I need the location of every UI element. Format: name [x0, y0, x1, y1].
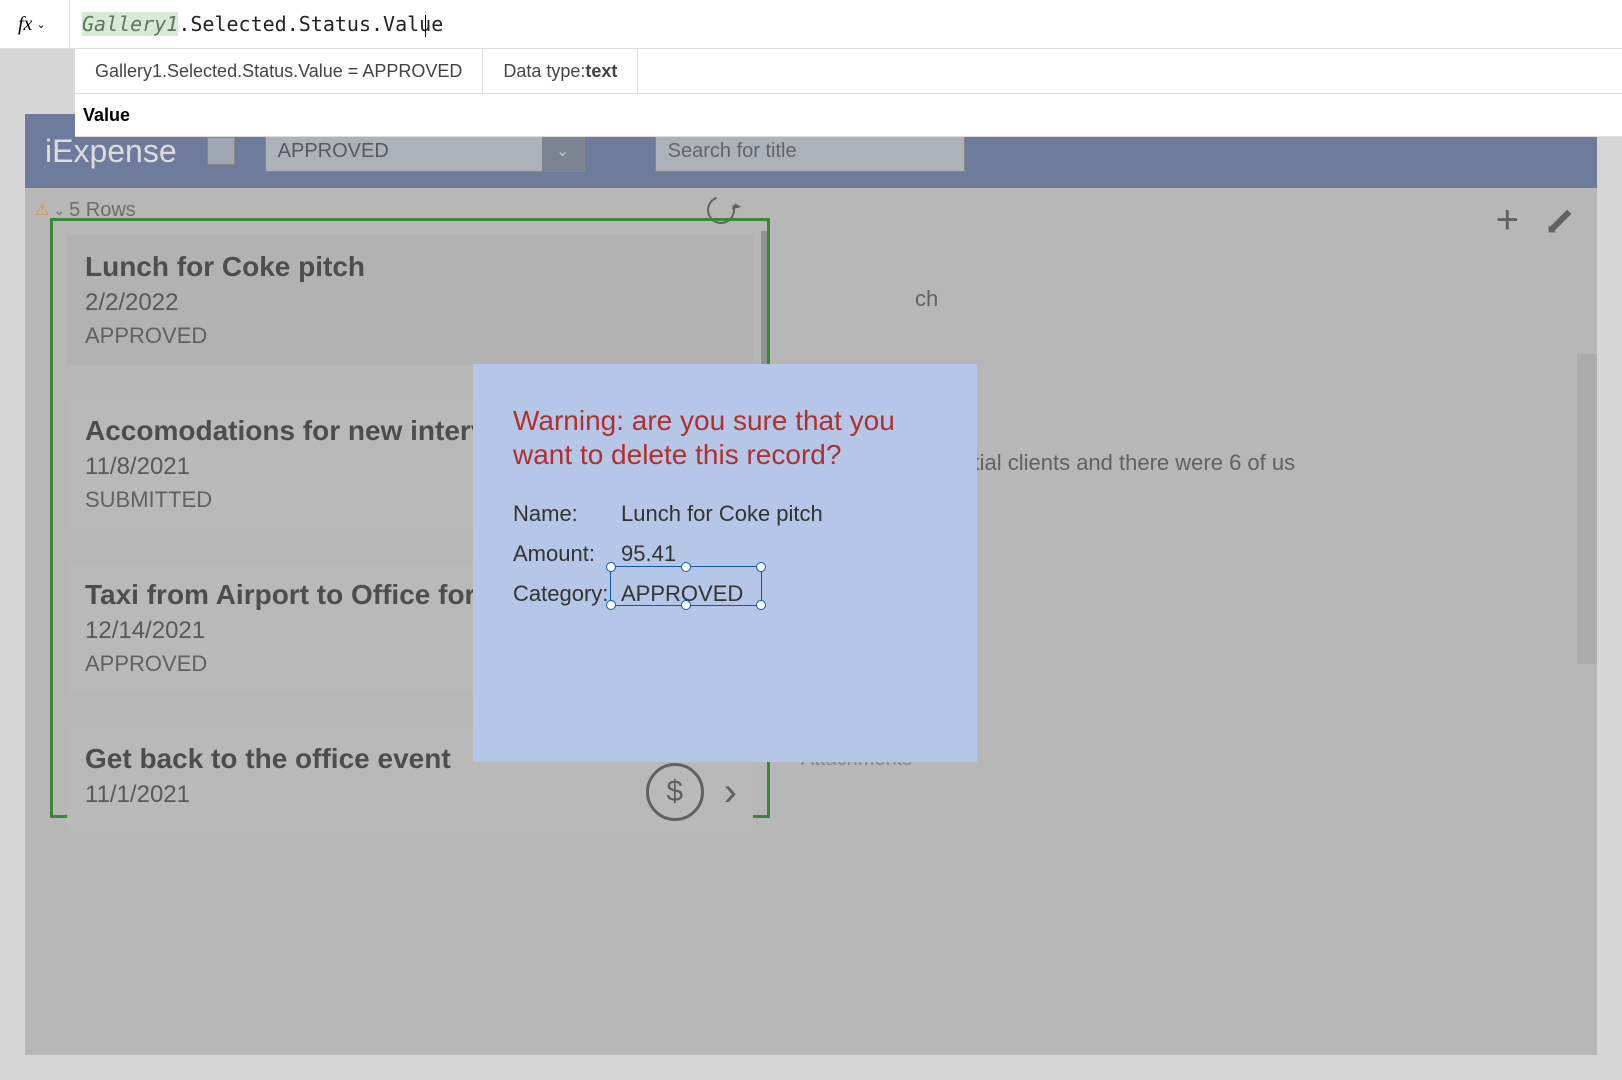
dialog-amount-label: Amount:: [513, 541, 621, 567]
formula-input[interactable]: Gallery1.Selected.Status.Value: [70, 12, 1622, 36]
resize-handle[interactable]: [681, 600, 691, 610]
dialog-warning-text: Warning: are you sure that you want to d…: [513, 404, 937, 471]
card-date: 2/2/2022: [85, 289, 735, 317]
datatype-value: text: [585, 61, 617, 82]
edit-icon[interactable]: [1542, 202, 1579, 239]
datatype-label: Data type:: [503, 61, 585, 82]
warning-icon: ⚠: [35, 200, 49, 220]
card-date: 11/1/2021: [85, 781, 735, 809]
app-title: iExpense: [45, 133, 177, 170]
resize-handle[interactable]: [681, 562, 691, 572]
gallery-card[interactable]: Lunch for Coke pitch 2/2/2022 APPROVED: [67, 235, 753, 365]
dialog-name-label: Name:: [513, 501, 621, 527]
add-icon[interactable]: +: [1496, 198, 1519, 243]
dialog-name-row: Name: Lunch for Coke pitch: [513, 501, 937, 527]
formula-bar: fx ⌄ Gallery1.Selected.Status.Value: [0, 0, 1622, 49]
resize-handle[interactable]: [756, 562, 766, 572]
formula-eval-cell: Gallery1.Selected.Status.Value = APPROVE…: [75, 49, 483, 93]
canvas-scrollbar[interactable]: [1577, 354, 1597, 664]
dialog-amount-value: 95.41: [621, 541, 676, 567]
dialog-amount-row: Amount: 95.41: [513, 541, 937, 567]
detail-action-row: +: [1496, 198, 1573, 243]
suggestion-text: Value: [83, 105, 130, 126]
canvas-area: iExpense APPROVED ⌄ Search for title ⚠ ⌄…: [0, 49, 1622, 1080]
dollar-icon[interactable]: $: [646, 763, 704, 821]
search-placeholder: Search for title: [668, 140, 797, 163]
formula-rest: .Selected.Status.Value: [178, 12, 443, 36]
card-status: APPROVED: [85, 323, 735, 349]
detail-description-fragment: r potential clients and there were 6 of …: [905, 450, 1567, 476]
dropdown-value: APPROVED: [266, 140, 542, 163]
detail-title-fragment: ch: [915, 286, 938, 312]
fx-chevron-icon[interactable]: ⌄: [36, 18, 45, 31]
chevron-down-icon: ⌄: [542, 131, 584, 171]
text-cursor-icon: [425, 15, 426, 37]
datatype-cell: Data type: text: [483, 49, 638, 93]
dialog-name-value: Lunch for Coke pitch: [621, 501, 823, 527]
fx-label[interactable]: fx ⌄: [0, 0, 70, 48]
resize-handle[interactable]: [606, 600, 616, 610]
chevron-down-icon[interactable]: ⌄: [53, 202, 65, 219]
formula-info-bar: Gallery1.Selected.Status.Value = APPROVE…: [75, 49, 1622, 94]
selected-control-outline[interactable]: [610, 566, 762, 606]
chevron-right-icon[interactable]: ›: [724, 770, 737, 815]
resize-handle[interactable]: [606, 562, 616, 572]
card-icons: $›: [646, 763, 737, 821]
filter-checkbox[interactable]: [207, 137, 235, 165]
formula-highlighted-token: Gallery1: [82, 12, 178, 36]
card-title: Lunch for Coke pitch: [85, 251, 735, 283]
app-frame: iExpense APPROVED ⌄ Search for title ⚠ ⌄…: [25, 114, 1597, 1055]
dialog-category-label: Category:: [513, 581, 621, 607]
fx-text: fx: [18, 13, 32, 36]
intellisense-suggestion[interactable]: Value: [75, 94, 1622, 137]
formula-eval-text: Gallery1.Selected.Status.Value = APPROVE…: [95, 61, 462, 82]
resize-handle[interactable]: [756, 600, 766, 610]
delete-confirm-dialog: Warning: are you sure that you want to d…: [473, 364, 977, 762]
